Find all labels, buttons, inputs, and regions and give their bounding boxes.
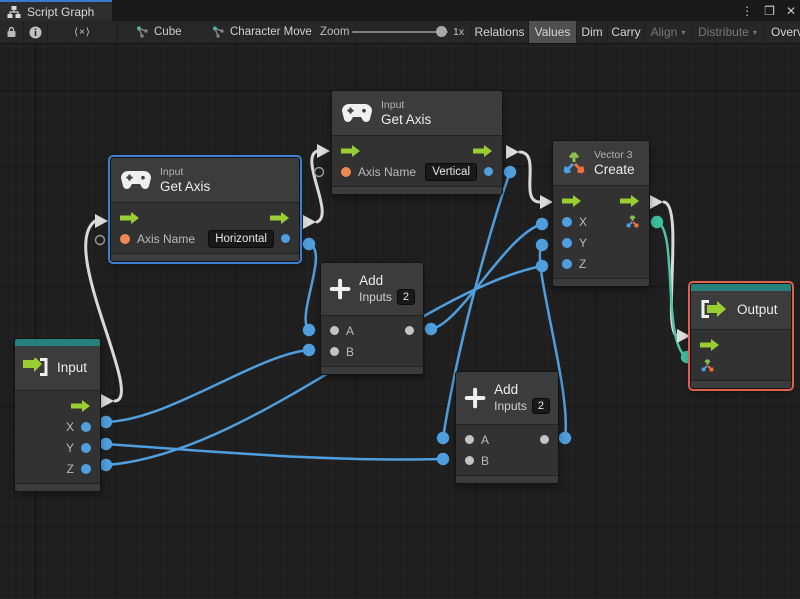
output-icon [701, 300, 726, 318]
script-graph-icon [213, 26, 224, 38]
node-add-1[interactable]: Add Inputs 2 A B [320, 262, 424, 375]
inputs-label: Inputs [494, 399, 527, 413]
vector3-in-port[interactable] [700, 358, 715, 373]
axis-name-field[interactable]: Horizontal [208, 229, 274, 248]
window-close-icon[interactable]: ✕ [786, 5, 796, 17]
gamepad-icon [342, 103, 372, 122]
gamepad-icon [121, 170, 151, 189]
graph-toolbar: ⟨×⟩ Cube Character Move Zoom 1x Relation… [0, 21, 800, 44]
toolbar-button-dim[interactable]: Dim [576, 21, 607, 43]
info-icon [29, 26, 42, 38]
flow-out-port[interactable] [620, 194, 640, 207]
y-out-port[interactable] [81, 442, 91, 453]
toolbar-button-align[interactable]: Align ▾ [644, 21, 691, 43]
node-kind-label: Input [381, 98, 405, 111]
node-get-axis-vertical[interactable]: Input Get Axis Axis Name Vertical [331, 90, 503, 195]
port-label: Axis Name [137, 231, 196, 246]
group-color-bar [691, 284, 791, 291]
axis-name-port[interactable] [341, 166, 351, 177]
lock-icon [7, 26, 16, 37]
add-icon [464, 387, 486, 409]
tab-script-graph[interactable]: Script Graph [0, 0, 112, 21]
b-in-port[interactable] [330, 347, 339, 356]
zoom-slider-handle[interactable] [436, 26, 447, 37]
lock-button[interactable] [0, 21, 24, 43]
breadcrumb-cube[interactable]: Cube [136, 21, 182, 43]
toolbar-button-relations[interactable]: Relations [470, 21, 528, 43]
flow-out-port[interactable] [473, 144, 493, 157]
node-title: Add [494, 382, 519, 397]
x-out-port[interactable] [81, 421, 91, 432]
value-out-port[interactable] [281, 234, 290, 243]
b-in-port[interactable] [465, 456, 474, 465]
a-in-port[interactable] [330, 326, 339, 335]
toolbar-button-overview[interactable]: Overview [763, 21, 800, 43]
add-icon [329, 278, 351, 300]
breadcrumb-label: Cube [154, 26, 182, 38]
window-menu-icon[interactable]: ⋮ [741, 5, 753, 17]
chevron-down-icon: ▾ [681, 27, 686, 37]
node-title: Output [737, 302, 778, 317]
a-in-port[interactable] [465, 435, 474, 444]
inputs-count-field[interactable]: 2 [531, 398, 550, 414]
port-label: Axis Name [358, 164, 417, 179]
zoom-label: Zoom [320, 26, 350, 38]
flow-in-port[interactable] [700, 338, 720, 351]
node-add-2[interactable]: Add Inputs 2 A B [455, 371, 559, 484]
toolbar-button-distribute[interactable]: Distribute ▾ [691, 21, 763, 43]
group-color-bar [15, 339, 100, 346]
value-out-port[interactable] [484, 167, 493, 176]
flow-out-port[interactable] [71, 399, 91, 412]
node-title: Create [594, 161, 635, 177]
flow-in-port[interactable] [341, 144, 361, 157]
zoom-value: 1x [453, 26, 465, 38]
script-graph-icon [137, 26, 148, 38]
node-title: Add [359, 273, 384, 288]
node-kind-label: Vector 3 [594, 148, 633, 161]
flow-in-port[interactable] [562, 194, 582, 207]
node-title: Input [57, 360, 88, 375]
node-input[interactable]: Input X Y Z [14, 338, 101, 492]
inputs-count-field[interactable]: 2 [396, 289, 415, 305]
node-get-axis-horizontal[interactable]: Input Get Axis Axis Name Horizontal [110, 157, 300, 262]
axis-name-port[interactable] [120, 233, 130, 244]
node-title: Get Axis [160, 178, 211, 194]
x-in-port[interactable] [562, 216, 572, 227]
vector3-out-port[interactable] [625, 214, 640, 229]
toolbar-button-carry[interactable]: Carry [607, 21, 644, 43]
node-title: Get Axis [381, 111, 432, 127]
sum-out-port[interactable] [540, 435, 549, 444]
graph-hierarchy-icon [7, 5, 21, 18]
vector3-icon [563, 152, 585, 174]
flow-out-port[interactable] [270, 211, 290, 224]
info-button[interactable] [24, 21, 48, 43]
node-output[interactable]: Output [690, 283, 792, 389]
inputs-label: Inputs [359, 290, 392, 304]
tab-title: Script Graph [27, 4, 95, 19]
node-vector3-create[interactable]: Vector 3 Create X Y Z [552, 140, 650, 287]
y-in-port[interactable] [562, 237, 572, 248]
toolbar-button-values[interactable]: Values [528, 21, 576, 43]
sum-out-port[interactable] [405, 326, 414, 335]
breadcrumb-character-move[interactable]: Character Move [212, 21, 312, 43]
z-out-port[interactable] [81, 463, 91, 474]
input-icon [23, 358, 48, 376]
node-kind-label: Input [160, 165, 184, 178]
unity-script-graph-window: Script Graph ⋮ ❒ ✕ ⟨×⟩ Cube Character Mo… [0, 0, 800, 599]
z-in-port[interactable] [562, 258, 572, 269]
window-maximize-icon[interactable]: ❒ [764, 5, 775, 17]
edit-code-button[interactable]: ⟨×⟩ [48, 21, 118, 43]
axis-name-field[interactable]: Vertical [425, 162, 477, 181]
flow-in-port[interactable] [120, 211, 140, 224]
edit-code-label: ⟨×⟩ [74, 26, 91, 38]
title-bar: Script Graph ⋮ ❒ ✕ [0, 0, 800, 21]
zoom-slider-track[interactable] [352, 31, 448, 33]
chevron-down-icon: ▾ [752, 27, 757, 37]
breadcrumb-label: Character Move [230, 26, 312, 38]
